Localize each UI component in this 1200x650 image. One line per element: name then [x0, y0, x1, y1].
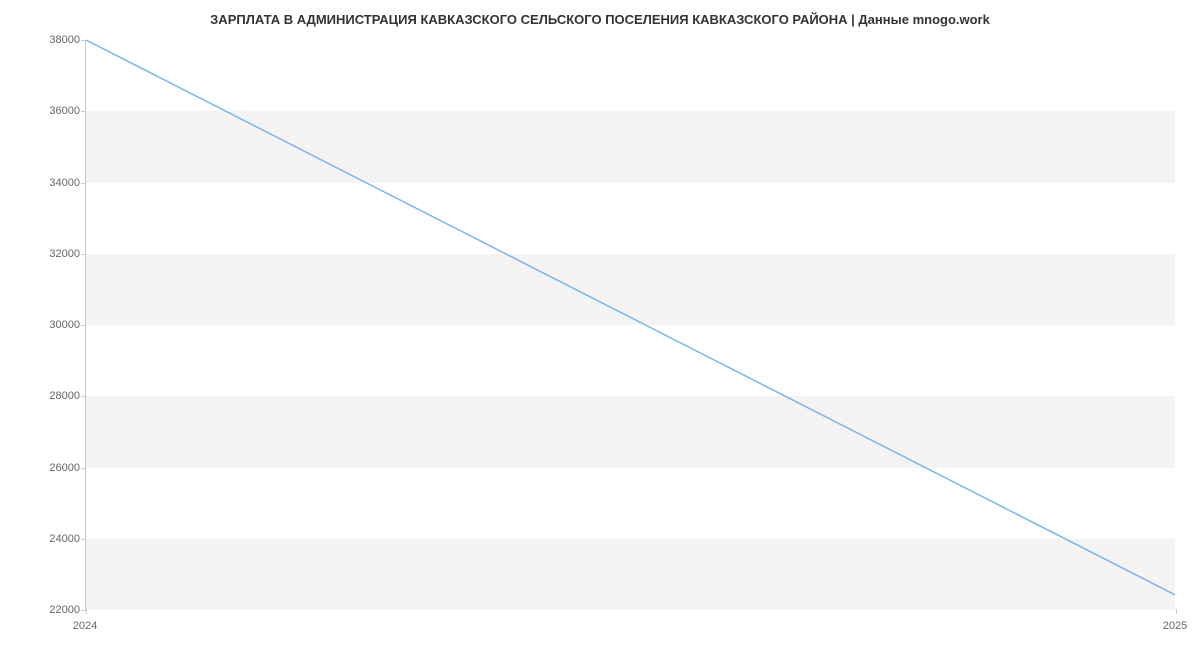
y-tick-label: 24000: [20, 533, 80, 545]
chart-title: ЗАРПЛАТА В АДМИНИСТРАЦИЯ КАВКАЗСКОГО СЕЛ…: [0, 12, 1200, 27]
x-tick-label: 2025: [1163, 620, 1187, 632]
y-tick-label: 36000: [20, 105, 80, 117]
y-tick-label: 30000: [20, 319, 80, 331]
x-tick-mark: [86, 609, 87, 614]
y-tick-label: 22000: [20, 604, 80, 616]
y-tick-label: 38000: [20, 34, 80, 46]
line-series: [86, 40, 1175, 609]
chart-container: ЗАРПЛАТА В АДМИНИСТРАЦИЯ КАВКАЗСКОГО СЕЛ…: [0, 0, 1200, 650]
y-tick-label: 26000: [20, 462, 80, 474]
y-tick-label: 32000: [20, 248, 80, 260]
y-tick-label: 28000: [20, 390, 80, 402]
x-tick-mark: [1176, 609, 1177, 614]
x-tick-label: 2024: [73, 620, 97, 632]
y-tick-label: 34000: [20, 177, 80, 189]
plot-area: [85, 40, 1175, 610]
